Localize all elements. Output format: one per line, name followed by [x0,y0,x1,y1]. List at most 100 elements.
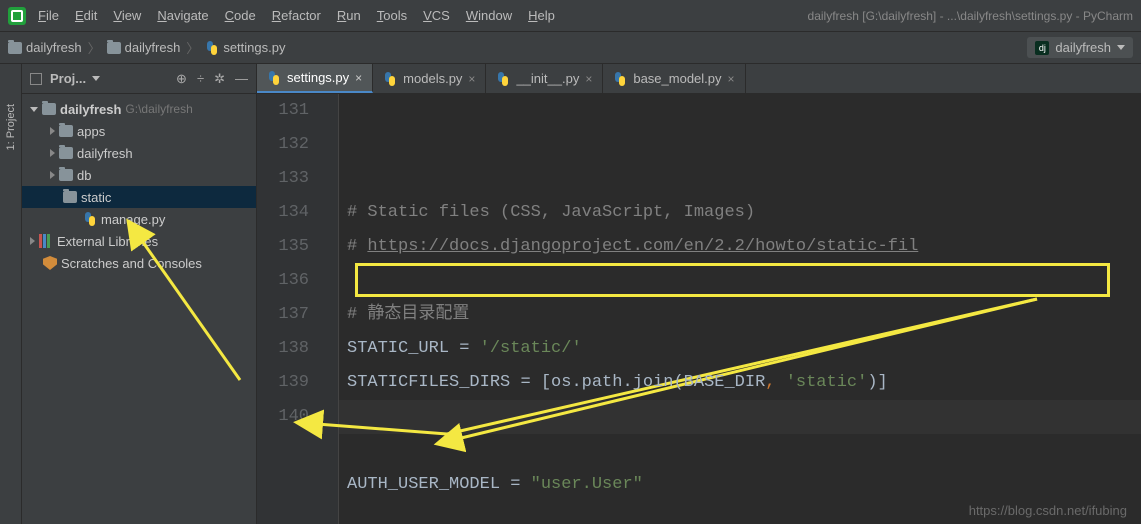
code-line[interactable]: AUTH_USER_MODEL = "user.User" [347,468,1141,502]
editor-tab-models-py[interactable]: models.py× [373,64,486,93]
folder-icon [42,103,56,115]
menu-run[interactable]: Run [337,8,361,23]
menu-vcs[interactable]: VCS [423,8,450,23]
project-tool-button[interactable]: 1: Project [5,104,17,150]
code-editor[interactable]: 131132133134135136137138139140 # Static … [257,94,1141,524]
chevron-right-icon [50,171,55,179]
menu-help[interactable]: Help [528,8,555,23]
code-line[interactable] [347,264,1141,298]
run-config-selector[interactable]: dj dailyfresh [1027,37,1133,58]
chevron-down-icon [30,107,38,112]
locate-icon[interactable]: ⊕ [176,71,187,87]
breadcrumbs: dailyfresh 〉 dailyfresh 〉 settings.py [8,38,285,57]
close-icon[interactable]: × [468,72,475,86]
editor-area: settings.py×models.py×__init__.py×base_m… [257,64,1141,524]
breadcrumb-label: dailyfresh [26,40,82,55]
chevron-right-icon [50,127,55,135]
menu-code[interactable]: Code [225,8,256,23]
tree-item-db[interactable]: db [22,164,256,186]
settings-gear-icon[interactable]: ✲ [214,71,225,87]
code-line[interactable]: STATIC_URL = '/static/' [347,332,1141,366]
menu-navigate[interactable]: Navigate [157,8,208,23]
tree-item-label: Scratches and Consoles [61,256,202,271]
python-file-icon [205,41,219,55]
editor-tabs: settings.py×models.py×__init__.py×base_m… [257,64,1141,94]
project-tool-window: Proj... ⊕ ÷ ✲ — dailyfresh G:\dailyfresh… [22,64,257,524]
menu-window[interactable]: Window [466,8,512,23]
folder-icon [8,42,22,54]
line-number: 134 [257,196,309,230]
menu-view[interactable]: View [113,8,141,23]
python-file-icon [267,71,281,85]
title-bar: File Edit View Navigate Code Refactor Run Tools… [0,0,1141,32]
folder-icon [59,169,73,181]
scratch-icon [43,256,57,270]
tree-item-static[interactable]: static [22,186,256,208]
tree-item-dailyfresh[interactable]: dailyfresh G:\dailyfresh [22,98,256,120]
tab-label: __init__.py [516,71,579,86]
line-number-gutter: 131132133134135136137138139140 [257,94,321,524]
project-tool-header: Proj... ⊕ ÷ ✲ — [22,64,256,94]
project-tool-title[interactable]: Proj... [50,71,100,86]
close-icon[interactable]: × [728,72,735,86]
run-config-label: dailyfresh [1055,40,1111,55]
navigation-bar: dailyfresh 〉 dailyfresh 〉 settings.py dj dai… [0,32,1141,64]
editor-tab-settings-py[interactable]: settings.py × [257,64,373,93]
code-content[interactable]: # Static files (CSS, JavaScript, Images)… [339,94,1141,524]
close-icon[interactable]: × [355,71,362,85]
tree-item-dailyfresh[interactable]: dailyfresh [22,142,256,164]
close-icon[interactable]: × [585,72,592,86]
code-line[interactable]: # Static files (CSS, JavaScript, Images) [347,196,1141,230]
tree-item-scratches-and-consoles[interactable]: Scratches and Consoles [22,252,256,274]
breadcrumb-item[interactable]: dailyfresh [8,40,82,55]
menu-file[interactable]: File [38,8,59,23]
tab-label: base_model.py [633,71,721,86]
window-title: dailyfresh [G:\dailyfresh] - ...\dailyfr… [808,9,1133,23]
breadcrumb-item[interactable]: dailyfresh [107,40,181,55]
code-line[interactable] [347,502,1141,524]
editor-tab-__init__-py[interactable]: __init__.py × [486,64,603,93]
menu-edit[interactable]: Edit [75,8,97,23]
hide-icon[interactable]: — [235,71,248,87]
code-line[interactable] [347,434,1141,468]
tab-label: settings.py [287,70,349,85]
line-number: 139 [257,366,309,400]
tree-item-label: External Libraries [57,234,158,249]
python-file-icon [383,72,397,86]
library-icon [39,234,53,248]
menu-refactor[interactable]: Refactor [272,8,321,23]
tree-item-path: G:\dailyfresh [125,102,192,116]
django-icon: dj [1035,41,1049,55]
code-line[interactable] [347,400,1141,434]
line-number: 136 [257,264,309,298]
code-line[interactable]: # 静态目录配置 [347,298,1141,332]
tree-item-label: dailyfresh [60,102,121,117]
python-file-icon [83,212,97,226]
collapse-icon[interactable]: ÷ [197,71,204,87]
chevron-right-icon [50,149,55,157]
breadcrumb-label: dailyfresh [125,40,181,55]
tree-item-apps[interactable]: apps [22,120,256,142]
tree-item-label: db [77,168,91,183]
menu-tools[interactable]: Tools [377,8,407,23]
left-gutter: 1: Project [0,64,22,524]
line-number: 137 [257,298,309,332]
line-number: 131 [257,94,309,128]
tree-item-label: static [81,190,111,205]
breadcrumb-separator: 〉 [88,38,101,57]
tree-item-manage.py[interactable]: manage.py [22,208,256,230]
chevron-right-icon [30,237,35,245]
python-file-icon [496,72,510,86]
breadcrumb-item[interactable]: settings.py [205,40,285,55]
folder-icon [59,125,73,137]
tree-item-label: manage.py [101,212,165,227]
line-number: 140 [257,400,309,434]
editor-tab-base_model-py[interactable]: base_model.py × [603,64,745,93]
code-line[interactable]: STATICFILES_DIRS = [os.path.join(BASE_DI… [347,366,1141,400]
chevron-down-icon [1117,45,1125,50]
code-line[interactable]: # https://docs.djangoproject.com/en/2.2/… [347,230,1141,264]
breadcrumb-separator: 〉 [186,38,199,57]
line-number: 132 [257,128,309,162]
line-number: 133 [257,162,309,196]
tree-item-external-libraries[interactable]: External Libraries [22,230,256,252]
